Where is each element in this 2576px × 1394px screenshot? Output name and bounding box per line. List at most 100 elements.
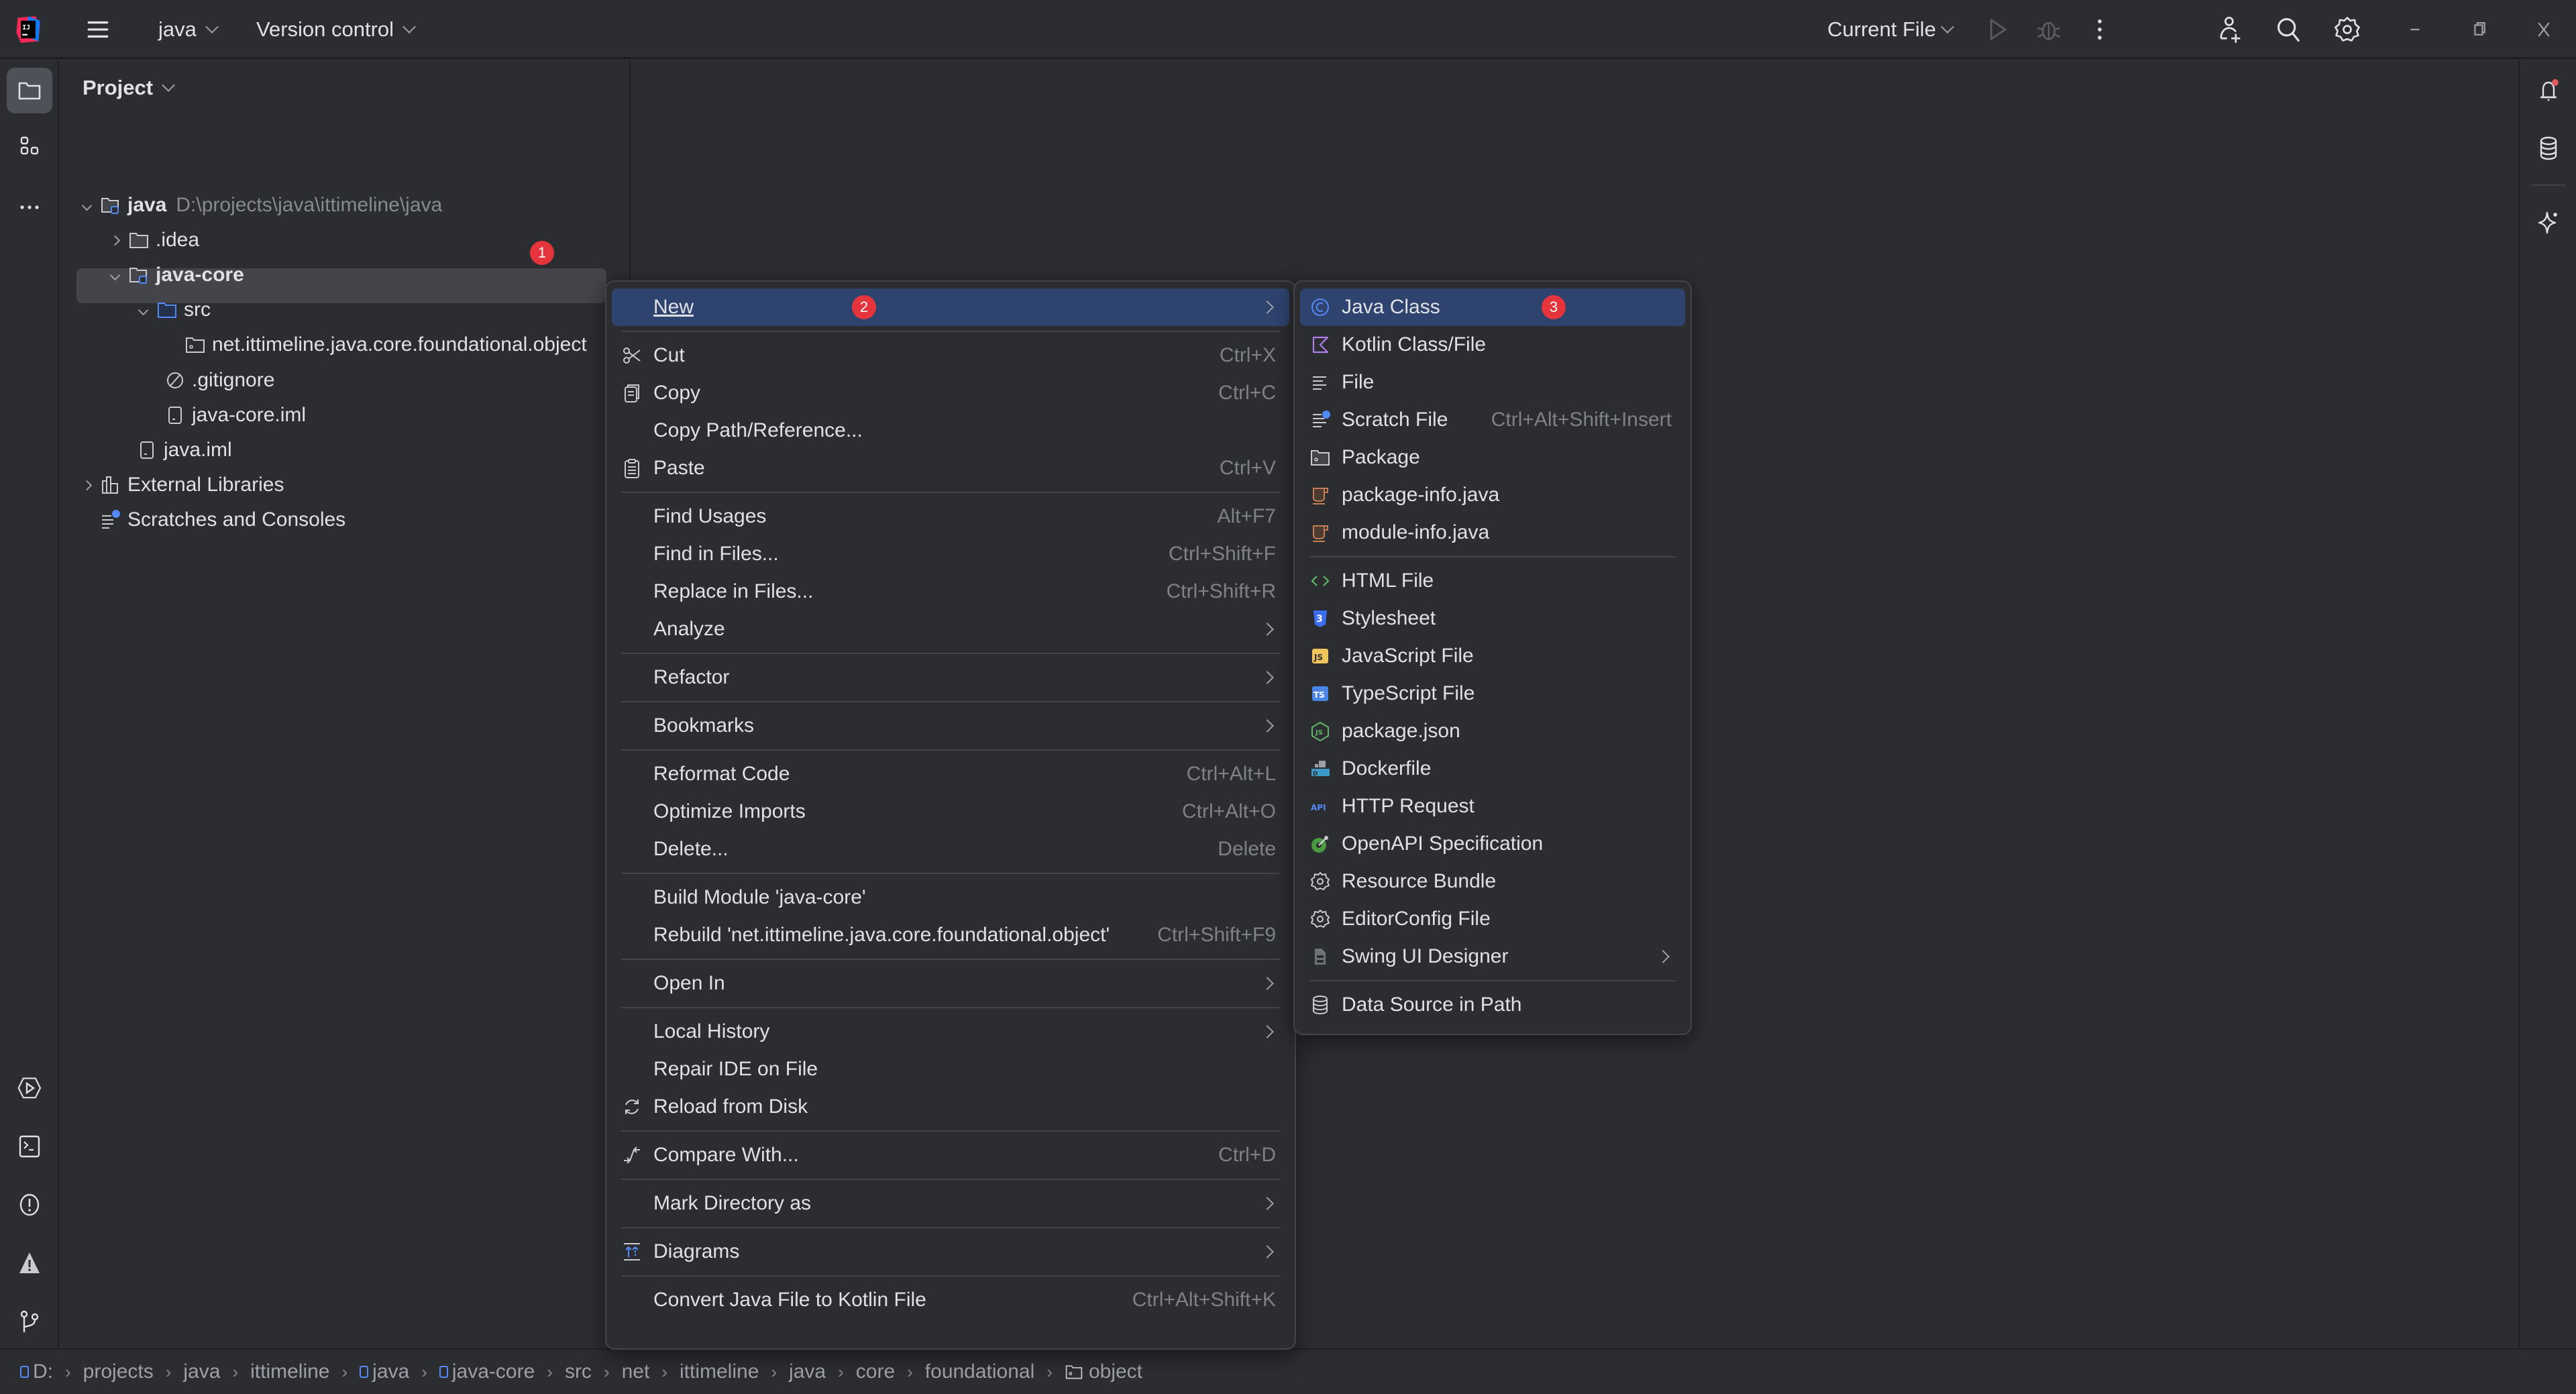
close-icon[interactable] xyxy=(2529,15,2559,44)
breadcrumb-item[interactable]: java xyxy=(372,1360,409,1383)
breadcrumb-item[interactable]: ittimeline xyxy=(250,1360,329,1383)
breadcrumb-item[interactable]: java xyxy=(183,1360,220,1383)
tree-item-java-core-iml[interactable]: java-core.iml xyxy=(161,398,306,433)
project-view-selector[interactable]: Project xyxy=(83,76,176,100)
submenu-item-file[interactable]: File xyxy=(1300,364,1685,401)
notifications-icon[interactable] xyxy=(2526,68,2571,113)
more-actions-icon[interactable] xyxy=(2085,15,2114,44)
submenu-item-package-info[interactable]: package-info.java xyxy=(1300,476,1685,514)
git-icon[interactable] xyxy=(7,1299,52,1344)
menu-item-mark-directory[interactable]: Mark Directory as xyxy=(612,1185,1289,1222)
submenu-item-http-request[interactable]: API HTTP Request xyxy=(1300,788,1685,825)
submenu-item-scratch-file[interactable]: Scratch File Ctrl+Alt+Shift+Insert xyxy=(1300,401,1685,439)
menu-item-delete[interactable]: Delete... Delete xyxy=(612,830,1289,868)
menu-item-reload-from-disk[interactable]: Reload from Disk xyxy=(612,1088,1289,1126)
breadcrumb-drive[interactable]: D: xyxy=(20,1360,53,1383)
more-tools-icon[interactable] xyxy=(7,184,52,230)
breadcrumb-item[interactable]: java-core xyxy=(452,1360,535,1383)
menu-item-new[interactable]: New 2 xyxy=(612,288,1289,326)
project-switcher[interactable]: java xyxy=(158,0,219,59)
menu-item-find-usages[interactable]: Find Usages Alt+F7 xyxy=(612,498,1289,535)
chevron-down-icon[interactable] xyxy=(133,305,153,315)
submenu-item-data-source[interactable]: Data Source in Path xyxy=(1300,986,1685,1024)
debug-icon[interactable] xyxy=(2034,15,2063,44)
menu-item-local-history[interactable]: Local History xyxy=(612,1013,1289,1051)
tree-item-external-libraries[interactable]: External Libraries xyxy=(76,468,284,502)
menu-item-copy[interactable]: Copy Ctrl+C xyxy=(612,374,1289,412)
chevron-right-icon[interactable] xyxy=(76,480,97,490)
submenu-item-package[interactable]: Package xyxy=(1300,439,1685,476)
chevron-down-icon[interactable] xyxy=(105,270,125,280)
submenu-item-resource-bundle[interactable]: Resource Bundle xyxy=(1300,863,1685,900)
submenu-item-openapi[interactable]: OpenAPI Specification xyxy=(1300,825,1685,863)
restore-icon[interactable] xyxy=(2465,15,2494,44)
menu-item-rebuild[interactable]: Rebuild 'net.ittimeline.java.core.founda… xyxy=(612,916,1289,954)
tree-item-src[interactable]: src xyxy=(133,292,211,327)
menu-item-replace-in-files[interactable]: Replace in Files... Ctrl+Shift+R xyxy=(612,573,1289,610)
tree-item-label: External Libraries xyxy=(127,474,284,496)
breadcrumb-item[interactable]: foundational xyxy=(925,1360,1034,1383)
menu-item-find-in-files[interactable]: Find in Files... Ctrl+Shift+F xyxy=(612,535,1289,573)
main-menu-icon[interactable] xyxy=(83,15,113,44)
submenu-item-html[interactable]: HTML File xyxy=(1300,562,1685,600)
breadcrumb-item[interactable]: java xyxy=(789,1360,826,1383)
submenu-item-dockerfile[interactable]: D Dockerfile xyxy=(1300,750,1685,788)
menu-item-bookmarks[interactable]: Bookmarks xyxy=(612,707,1289,745)
project-tool-icon[interactable] xyxy=(7,68,52,113)
menu-item-optimize-imports[interactable]: Optimize Imports Ctrl+Alt+O xyxy=(612,793,1289,830)
tree-item-java-core[interactable]: java-core xyxy=(105,258,244,292)
menu-item-diagrams[interactable]: Diagrams xyxy=(612,1233,1289,1271)
services-icon[interactable] xyxy=(7,1065,52,1111)
menu-item-open-in[interactable]: Open In xyxy=(612,965,1289,1002)
search-icon[interactable] xyxy=(2274,15,2304,44)
app-logo-icon[interactable]: IJ xyxy=(13,15,43,44)
terminal-icon[interactable] xyxy=(7,1124,52,1169)
tree-item-gitignore[interactable]: .gitignore xyxy=(161,363,274,398)
submenu-item-typescript[interactable]: TS TypeScript File xyxy=(1300,675,1685,712)
menu-item-copy-path[interactable]: Copy Path/Reference... xyxy=(612,412,1289,449)
warnings-icon[interactable] xyxy=(7,1240,52,1286)
breadcrumb-item[interactable]: core xyxy=(856,1360,895,1383)
tree-item-scratches[interactable]: Scratches and Consoles xyxy=(97,502,345,537)
menu-item-analyze[interactable]: Analyze xyxy=(612,610,1289,648)
structure-icon[interactable] xyxy=(7,125,52,171)
database-icon[interactable] xyxy=(2526,125,2571,171)
vcs-widget[interactable]: Version control xyxy=(256,0,416,59)
menu-item-shortcut: Ctrl+D xyxy=(1218,1144,1276,1166)
problems-icon[interactable] xyxy=(7,1182,52,1228)
ai-assistant-icon[interactable] xyxy=(2526,199,2571,245)
run-config-selector[interactable]: Current File xyxy=(1827,0,1954,59)
add-user-icon[interactable] xyxy=(2215,15,2245,44)
tree-item-java-iml[interactable]: java.iml xyxy=(133,433,232,468)
tree-item-java[interactable]: java D:\projects\java\ittimeline\java xyxy=(76,188,442,223)
tree-item-package[interactable]: net.ittimeline.java.core.foundational.ob… xyxy=(161,327,587,362)
chevron-right-icon[interactable] xyxy=(105,235,125,246)
menu-item-paste[interactable]: Paste Ctrl+V xyxy=(612,449,1289,487)
submenu-item-kotlin[interactable]: Kotlin Class/File xyxy=(1300,326,1685,364)
submenu-item-package-json[interactable]: JS package.json xyxy=(1300,712,1685,750)
breadcrumb-item[interactable]: ittimeline xyxy=(680,1360,759,1383)
chevron-down-icon[interactable] xyxy=(76,200,97,211)
submenu-item-swing-designer[interactable]: Swing UI Designer xyxy=(1300,938,1685,975)
submenu-item-java-class[interactable]: Java Class 3 xyxy=(1300,288,1685,326)
breadcrumb-item[interactable]: net xyxy=(622,1360,650,1383)
breadcrumb-item[interactable]: object xyxy=(1089,1360,1142,1383)
menu-item-repair-ide[interactable]: Repair IDE on File xyxy=(612,1051,1289,1088)
menu-item-convert-to-kotlin[interactable]: Convert Java File to Kotlin File Ctrl+Al… xyxy=(612,1281,1289,1319)
submenu-item-module-info[interactable]: module-info.java xyxy=(1300,514,1685,551)
menu-item-compare-with[interactable]: Compare With... Ctrl+D xyxy=(612,1136,1289,1174)
minimize-icon[interactable] xyxy=(2400,15,2430,44)
menu-item-build-module[interactable]: Build Module 'java-core' xyxy=(612,879,1289,916)
menu-item-refactor[interactable]: Refactor xyxy=(612,659,1289,696)
run-icon[interactable] xyxy=(1982,15,2012,44)
tree-item-label: Scratches and Consoles xyxy=(127,508,346,531)
breadcrumb-item[interactable]: src xyxy=(565,1360,592,1383)
submenu-item-javascript[interactable]: JS JavaScript File xyxy=(1300,637,1685,675)
menu-item-reformat-code[interactable]: Reformat Code Ctrl+Alt+L xyxy=(612,755,1289,793)
settings-icon[interactable] xyxy=(2332,15,2362,44)
submenu-item-editorconfig[interactable]: EditorConfig File xyxy=(1300,900,1685,938)
submenu-item-stylesheet[interactable]: 3 Stylesheet xyxy=(1300,600,1685,637)
menu-item-cut[interactable]: Cut Ctrl+X xyxy=(612,337,1289,374)
tree-item-idea[interactable]: .idea xyxy=(105,223,199,258)
breadcrumb-item[interactable]: projects xyxy=(83,1360,154,1383)
